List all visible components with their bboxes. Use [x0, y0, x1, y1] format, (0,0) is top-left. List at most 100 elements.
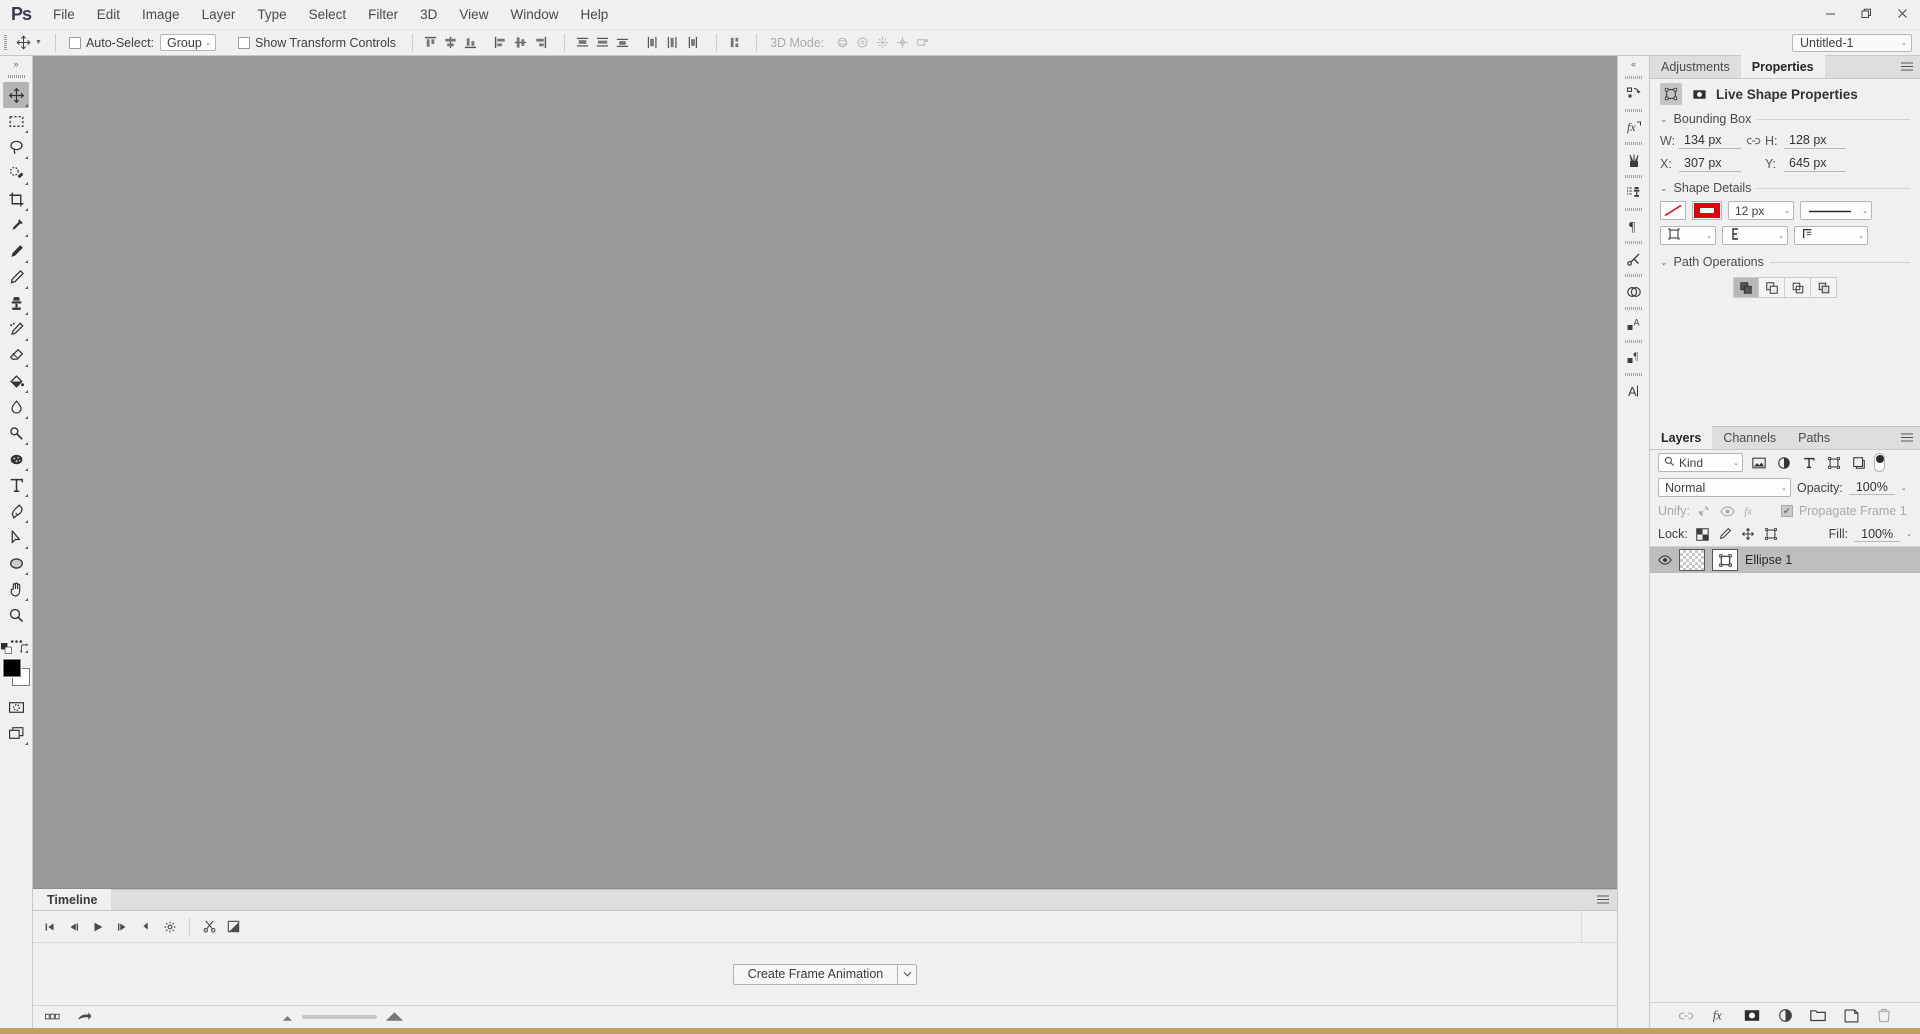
add-layer-mask-icon[interactable] [1743, 1007, 1761, 1025]
canvas-stage[interactable] [33, 56, 1617, 889]
link-layers-icon[interactable] [1677, 1007, 1695, 1025]
spot-healing-brush-tool[interactable] [3, 238, 29, 264]
table-row[interactable]: Ellipse 1 [1650, 547, 1920, 573]
tab-timeline[interactable]: Timeline [33, 889, 112, 910]
align-distribute-options-icon[interactable] [724, 33, 744, 53]
lock-transparency-icon[interactable] [1694, 526, 1711, 543]
fill-chevron-down-icon[interactable]: ⌄ [1906, 530, 1912, 538]
filter-shape-icon[interactable] [1824, 453, 1843, 472]
menu-edit[interactable]: Edit [86, 0, 131, 30]
quick-selection-tool[interactable] [3, 160, 29, 186]
auto-select-checkbox[interactable]: Auto-Select: [68, 36, 154, 50]
zoom-out-icon[interactable] [281, 1010, 294, 1025]
roll-3d-object-icon[interactable] [852, 33, 872, 53]
unify-visibility-icon[interactable] [1719, 503, 1736, 520]
dock-grip-character-styles[interactable] [1617, 303, 1650, 313]
align-bottom-edges-icon[interactable] [460, 33, 480, 53]
blend-mode-dropdown[interactable]: Normal ⌄ [1658, 478, 1791, 497]
layer-styles-fx-icon[interactable]: fx [1710, 1007, 1728, 1025]
stroke-swatch-button[interactable] [1692, 201, 1722, 220]
stroke-width-dropdown[interactable]: 12 px ⌄ [1728, 201, 1794, 220]
rectangular-marquee-tool[interactable] [3, 108, 29, 134]
layer-list[interactable]: Ellipse 1 [1650, 546, 1920, 1002]
fill-swatch-button[interactable] [1660, 201, 1686, 220]
lasso-tool[interactable] [3, 134, 29, 160]
height-input[interactable] [1784, 132, 1846, 149]
dock-grip-actions[interactable] [1617, 237, 1650, 247]
live-shape-icon[interactable] [1660, 83, 1682, 105]
minimize-button[interactable] [1812, 0, 1848, 26]
split-clip-button[interactable] [198, 916, 220, 938]
actions-panel-icon[interactable] [1617, 247, 1650, 270]
character-styles-panel-icon[interactable]: A [1617, 313, 1650, 336]
dock-grip-paragraph[interactable] [1617, 204, 1650, 214]
slide-3d-object-icon[interactable] [892, 33, 912, 53]
new-group-icon[interactable] [1809, 1007, 1827, 1025]
filter-pixel-icon[interactable] [1749, 453, 1768, 472]
align-right-edges-icon[interactable] [530, 33, 550, 53]
zoom-tool[interactable] [3, 602, 29, 628]
create-animation-chevron-down-icon[interactable] [898, 963, 918, 985]
distribute-right-edges-icon[interactable] [682, 33, 702, 53]
filter-type-icon[interactable] [1799, 453, 1818, 472]
paragraph-panel-icon[interactable]: ¶ [1617, 214, 1650, 237]
intersect-shapes-op-button[interactable] [1811, 277, 1837, 298]
tab-adjustments[interactable]: Adjustments [1650, 55, 1741, 78]
timeline-zoom-slider[interactable] [281, 1006, 1377, 1029]
go-to-first-frame-button[interactable] [39, 916, 61, 938]
timeline-settings-button[interactable] [159, 916, 181, 938]
stroke-corner-dropdown[interactable]: ⌄ [1794, 226, 1868, 245]
adjustments-panel-icon[interactable] [1617, 280, 1650, 303]
brushes-panel-icon[interactable] [1617, 148, 1650, 171]
dock-grip-clone-source[interactable] [1617, 171, 1650, 181]
bounding-box-section-header[interactable]: ⌄ Bounding Box [1650, 109, 1920, 129]
lock-position-icon[interactable] [1740, 526, 1757, 543]
clone-stamp-tool[interactable] [3, 290, 29, 316]
align-left-edges-icon[interactable] [490, 33, 510, 53]
frame-view-icon[interactable] [41, 1006, 63, 1028]
swap-colors-icon[interactable] [19, 643, 31, 657]
tab-layers[interactable]: Layers [1650, 426, 1713, 449]
show-transform-controls-checkbox[interactable]: Show Transform Controls [238, 36, 396, 50]
opacity-value[interactable]: 100% [1848, 480, 1895, 495]
distribute-left-edges-icon[interactable] [642, 33, 662, 53]
distribute-vertical-centers-icon[interactable] [592, 33, 612, 53]
crop-tool[interactable] [3, 186, 29, 212]
drag-3d-object-icon[interactable] [872, 33, 892, 53]
zoom-in-icon[interactable] [385, 1010, 404, 1025]
character-panel-icon[interactable]: A [1617, 379, 1650, 402]
layer-kind-dropdown[interactable]: Kind ⌄ [1658, 453, 1743, 472]
filter-smartobject-icon[interactable] [1849, 453, 1868, 472]
expand-toolbar-icon[interactable]: » [0, 56, 33, 71]
distribute-top-edges-icon[interactable] [572, 33, 592, 53]
play-button[interactable] [87, 916, 109, 938]
vector-mask-icon[interactable] [1712, 549, 1738, 571]
eyedropper-tool[interactable] [3, 212, 29, 238]
menu-select[interactable]: Select [298, 0, 358, 30]
new-layer-op-button[interactable] [1733, 277, 1759, 298]
previous-frame-button[interactable] [63, 916, 85, 938]
width-input[interactable] [1679, 132, 1741, 149]
combine-shapes-op-button[interactable] [1759, 277, 1785, 298]
menu-3d[interactable]: 3D [409, 0, 448, 30]
stroke-cap-dropdown[interactable]: ⌄ [1722, 226, 1788, 245]
type-tool[interactable] [3, 472, 29, 498]
blur-tool[interactable] [3, 394, 29, 420]
align-top-edges-icon[interactable] [420, 33, 440, 53]
filter-enable-toggle[interactable] [1874, 453, 1885, 472]
menu-type[interactable]: Type [246, 0, 297, 30]
align-vertical-centers-icon[interactable] [440, 33, 460, 53]
new-layer-icon[interactable] [1842, 1007, 1860, 1025]
gradient-tool[interactable] [3, 368, 29, 394]
quick-mask-button[interactable] [3, 694, 29, 720]
panel-menu-icon[interactable] [1597, 895, 1609, 906]
lock-image-icon[interactable] [1717, 526, 1734, 543]
audio-button[interactable] [135, 916, 157, 938]
tab-paths[interactable]: Paths [1787, 426, 1841, 449]
new-adjustment-layer-icon[interactable] [1776, 1007, 1794, 1025]
unify-position-icon[interactable] [1696, 503, 1713, 520]
ellipse-tool[interactable] [3, 550, 29, 576]
menu-view[interactable]: View [448, 0, 499, 30]
menu-filter[interactable]: Filter [357, 0, 409, 30]
panel-menu-icon[interactable] [1901, 433, 1913, 444]
